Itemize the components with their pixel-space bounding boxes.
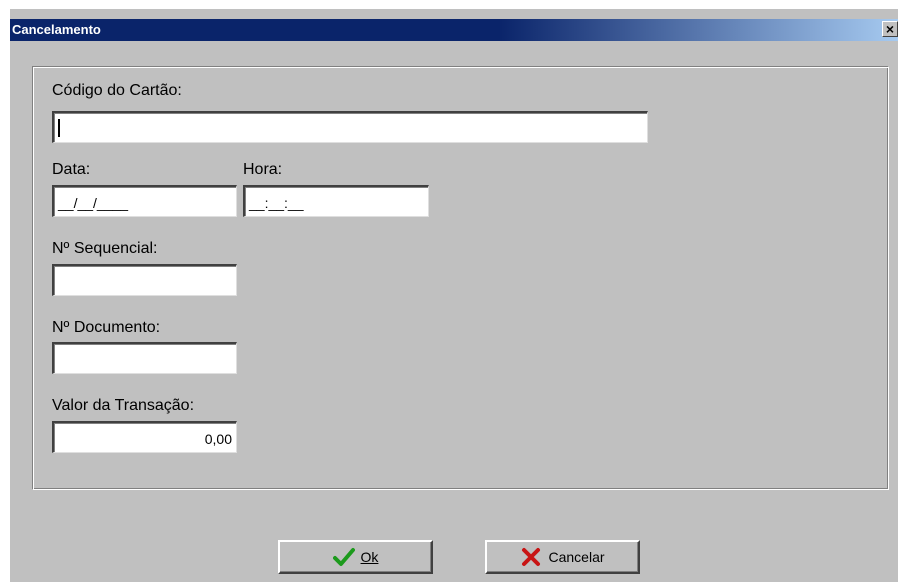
card-code-input[interactable] — [52, 111, 648, 143]
date-mask: __/__/____ — [58, 195, 129, 211]
document-label: Nº Documento: — [52, 319, 161, 336]
ok-button[interactable]: Ok — [278, 540, 433, 574]
time-input[interactable]: __:__:__ — [243, 185, 429, 217]
text-caret — [58, 119, 60, 138]
close-button[interactable]: × — [882, 21, 898, 37]
date-input[interactable]: __/__/____ — [52, 185, 237, 217]
ok-label: Ok — [360, 549, 379, 565]
check-icon — [332, 547, 355, 567]
sequence-input[interactable] — [52, 264, 237, 296]
x-icon — [520, 547, 542, 567]
sequence-label: Nº Sequencial: — [52, 240, 158, 257]
amount-label: Valor da Transação: — [52, 397, 195, 414]
date-label: Data: — [52, 161, 91, 178]
card-code-label: Código do Cartão: — [52, 82, 182, 99]
title-bar[interactable]: Cancelamento × — [10, 19, 898, 41]
document-input[interactable] — [52, 342, 237, 374]
cancel-dialog: Cancelamento × Código do Cartão: Data: _… — [10, 9, 898, 582]
time-mask: __:__:__ — [249, 195, 304, 211]
cancel-label: Cancelar — [548, 549, 605, 565]
cancel-button[interactable]: Cancelar — [485, 540, 640, 574]
window-title: Cancelamento — [12, 22, 101, 37]
amount-input[interactable]: 0,00 — [52, 421, 237, 453]
close-icon: × — [885, 21, 895, 37]
time-label: Hora: — [243, 161, 283, 178]
